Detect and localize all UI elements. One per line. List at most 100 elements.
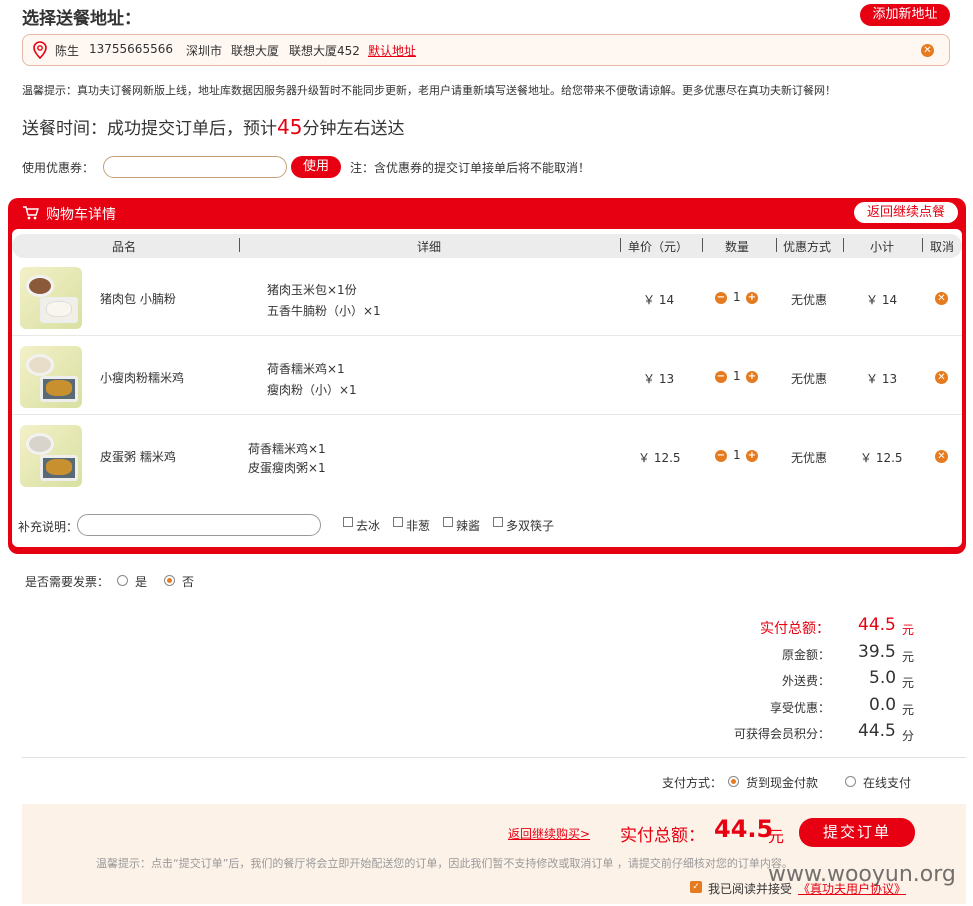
remove-item-icon[interactable]: ✕ bbox=[935, 371, 948, 384]
coupon-label: 使用优惠券： bbox=[22, 161, 95, 175]
original-amount-unit: 元 bbox=[902, 650, 915, 664]
footer-total-unit: 元 bbox=[768, 827, 785, 846]
item-subtotal: ￥ 12.5 bbox=[860, 451, 903, 465]
remove-address-icon[interactable]: ✕ bbox=[921, 44, 934, 57]
footer-tip: 温馨提示：点击“提交订单”后，我们的餐厅将会立即开始配送您的订单，因此我们暂不支… bbox=[96, 857, 793, 870]
item-price: ￥ 14 bbox=[643, 293, 675, 307]
divider bbox=[22, 757, 966, 758]
address-name: 陈生 bbox=[55, 44, 80, 58]
item-qty: 1 bbox=[733, 369, 741, 383]
option-checkbox[interactable] bbox=[393, 517, 403, 527]
actual-total-label: 实付总额： bbox=[760, 621, 830, 637]
use-coupon-button[interactable]: 使用 bbox=[291, 156, 341, 178]
item-detail: 皮蛋瘦肉粥×1 bbox=[248, 461, 326, 475]
agreement-checkbox[interactable]: ✓ bbox=[690, 881, 702, 893]
option-checkbox[interactable] bbox=[493, 517, 503, 527]
address-city: 深圳市 bbox=[186, 44, 223, 58]
delivery-prefix: 送餐时间：成功提交订单后，预计 bbox=[22, 119, 277, 139]
option-label: 多双筷子 bbox=[506, 519, 555, 533]
item-subtotal: ￥ 14 bbox=[866, 293, 898, 307]
item-discount: 无优惠 bbox=[791, 451, 828, 465]
item-subtotal: ￥ 13 bbox=[866, 372, 898, 386]
delivery-fee-value: 5.0 bbox=[869, 668, 897, 688]
submit-order-button[interactable]: 提交订单 bbox=[799, 818, 915, 847]
original-amount-value: 39.5 bbox=[858, 642, 896, 662]
actual-total-unit: 元 bbox=[902, 623, 915, 637]
decrease-qty-icon[interactable]: − bbox=[715, 371, 727, 383]
default-address-link[interactable]: 默认地址 bbox=[368, 42, 416, 59]
option-checkbox[interactable] bbox=[343, 517, 353, 527]
item-price: ￥ 13 bbox=[643, 372, 675, 386]
coupon-note: 注：含优惠券的提交订单接单后将不能取消！ bbox=[350, 161, 591, 175]
delivery-minutes: 45 bbox=[277, 115, 303, 139]
option-checkbox[interactable] bbox=[443, 517, 453, 527]
item-detail: 猪肉玉米包×1份 bbox=[267, 283, 357, 297]
option-label: 辣酱 bbox=[456, 519, 481, 533]
remark-label: 补充说明： bbox=[18, 520, 79, 534]
item-detail: 荷香糯米鸡×1 bbox=[248, 442, 326, 456]
payment-cash-radio[interactable] bbox=[728, 776, 739, 787]
item-detail: 五香牛腩粉（小）×1 bbox=[267, 304, 381, 318]
col-detail: 详细 bbox=[417, 240, 442, 254]
footer-total-value: 44.5 bbox=[714, 815, 774, 843]
invoice-no-radio[interactable] bbox=[164, 575, 175, 586]
product-image bbox=[20, 346, 82, 408]
invoice-no-label: 否 bbox=[182, 575, 195, 589]
delivery-fee-unit: 元 bbox=[902, 676, 915, 690]
back-to-order-button[interactable]: 返回继续点餐 bbox=[854, 202, 958, 223]
col-name: 品名 bbox=[112, 240, 137, 254]
coupon-input[interactable] bbox=[103, 156, 287, 178]
payment-cash-label: 货到现金付款 bbox=[746, 776, 819, 790]
notice-text: 温馨提示：真功夫订餐网新版上线，地址库数据因服务器升级暂时不能同步更新，老用户请… bbox=[22, 84, 836, 97]
discount-value: 0.0 bbox=[869, 695, 897, 715]
payment-online-radio[interactable] bbox=[845, 776, 856, 787]
remove-item-icon[interactable]: ✕ bbox=[935, 450, 948, 463]
footer-total-label: 实付总额： bbox=[620, 826, 705, 846]
watermark: www.wooyun.org bbox=[768, 862, 956, 887]
increase-qty-icon[interactable]: + bbox=[746, 371, 758, 383]
cart-icon bbox=[23, 206, 39, 220]
col-price: 单价（元） bbox=[628, 240, 689, 254]
address-building: 联想大厦 bbox=[231, 44, 280, 58]
item-qty: 1 bbox=[733, 448, 741, 462]
points-label: 可获得会员积分： bbox=[733, 727, 830, 741]
address-detail: 联想大厦452 bbox=[289, 44, 360, 58]
decrease-qty-icon[interactable]: − bbox=[715, 450, 727, 462]
remark-input[interactable] bbox=[77, 514, 321, 536]
remove-item-icon[interactable]: ✕ bbox=[935, 292, 948, 305]
item-name: 猪肉包 小腩粉 bbox=[100, 292, 176, 306]
item-discount: 无优惠 bbox=[791, 372, 828, 386]
invoice-yes-radio[interactable] bbox=[117, 575, 128, 586]
address-box[interactable]: 陈生 13755665566 深圳市 联想大厦 联想大厦452 默认地址 ✕ bbox=[22, 34, 950, 66]
increase-qty-icon[interactable]: + bbox=[746, 450, 758, 462]
discount-label: 享受优惠： bbox=[769, 701, 830, 715]
add-address-button[interactable]: 添加新地址 bbox=[860, 4, 950, 26]
payment-label: 支付方式： bbox=[662, 776, 723, 790]
option-label: 非葱 bbox=[406, 519, 431, 533]
col-cancel: 取消 bbox=[930, 240, 955, 254]
actual-total-value: 44.5 bbox=[858, 615, 896, 635]
points-unit: 分 bbox=[902, 729, 915, 743]
item-qty: 1 bbox=[733, 290, 741, 304]
increase-qty-icon[interactable]: + bbox=[746, 292, 758, 304]
delivery-time: 送餐时间：成功提交订单后，预计45分钟左右送达 bbox=[22, 114, 404, 139]
item-detail: 瘦肉粉（小）×1 bbox=[267, 383, 357, 397]
col-discount: 优惠方式 bbox=[783, 240, 832, 254]
decrease-qty-icon[interactable]: − bbox=[715, 292, 727, 304]
cart-table-header: 品名 详细 单价（元） 数量 优惠方式 小计 取消 bbox=[12, 234, 962, 258]
discount-unit: 元 bbox=[902, 703, 915, 717]
back-to-shopping-link[interactable]: 返回继续购买> bbox=[508, 825, 590, 842]
item-price: ￥ 12.5 bbox=[638, 451, 681, 465]
delivery-suffix: 分钟左右送达 bbox=[302, 119, 405, 139]
item-detail: 荷香糯米鸡×1 bbox=[267, 362, 345, 376]
item-name: 小瘦肉粉糯米鸡 bbox=[100, 371, 185, 385]
page-title: 选择送餐地址： bbox=[22, 9, 141, 29]
original-amount-label: 原金额： bbox=[781, 648, 830, 662]
points-value: 44.5 bbox=[858, 721, 896, 741]
cart-body bbox=[12, 229, 962, 547]
invoice-yes-label: 是 bbox=[135, 575, 148, 589]
product-image bbox=[20, 267, 82, 329]
item-name: 皮蛋粥 糯米鸡 bbox=[100, 450, 176, 464]
col-qty: 数量 bbox=[725, 240, 750, 254]
col-subtotal: 小计 bbox=[870, 240, 895, 254]
